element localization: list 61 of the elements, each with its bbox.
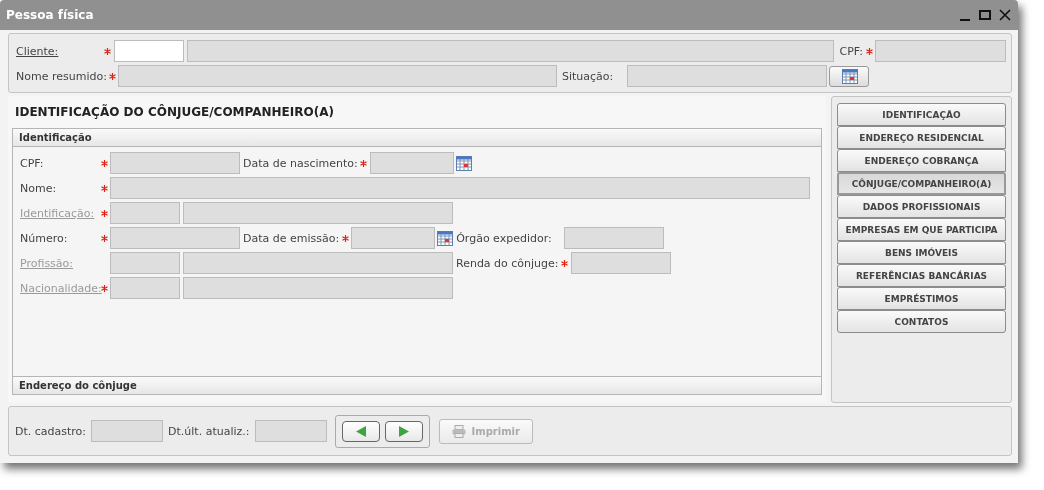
input-field[interactable]: [110, 152, 240, 174]
calendar-button[interactable]: [829, 65, 869, 87]
code-field[interactable]: [110, 252, 180, 274]
field-label: Dt. cadastro:: [15, 424, 87, 438]
field-label: Data de nascimento:: [243, 156, 358, 170]
panel-header[interactable]: Identificação: [12, 128, 822, 147]
field-label: Número:: [20, 231, 68, 245]
date-field[interactable]: [369, 152, 454, 174]
field-label: Data de emissão:: [243, 231, 340, 245]
minimize-icon: [960, 19, 970, 21]
section-tab[interactable]: ENDEREÇO COBRANÇA: [837, 149, 1006, 172]
section-tab[interactable]: DADOS PROFISSIONAIS: [837, 195, 1006, 218]
description-field[interactable]: [183, 202, 453, 224]
panel-header[interactable]: Endereço do cônjuge: [12, 376, 822, 395]
input-field[interactable]: [91, 420, 164, 442]
field-label: Nome:: [20, 181, 57, 195]
close-icon: [998, 8, 1012, 22]
calendar-icon[interactable]: [842, 68, 858, 84]
code-field[interactable]: [110, 277, 180, 299]
input-field[interactable]: [627, 65, 827, 87]
left-arrow-icon: [355, 425, 366, 437]
section-tab[interactable]: REFERÊNCIAS BANCÁRIAS: [837, 264, 1006, 287]
section-title: IDENTIFICAÇÃO DO CÔNJUGE/COMPANHEIRO(A): [14, 103, 335, 121]
field-label: Órgão expedidor:: [456, 231, 552, 245]
input-field[interactable]: [113, 40, 184, 62]
input-field[interactable]: [570, 252, 671, 274]
section-tab[interactable]: BENS IMÓVEIS: [837, 241, 1006, 264]
input-field[interactable]: [110, 177, 810, 199]
input-field[interactable]: [186, 40, 834, 62]
printer-icon: [451, 424, 466, 438]
field-label[interactable]: Cliente:: [16, 44, 59, 58]
input-field[interactable]: [110, 227, 240, 249]
field-label: Nome resumido:: [16, 69, 106, 83]
field-label: Dt.últ. atualiz.:: [168, 424, 250, 438]
calendar-icon[interactable]: [455, 155, 472, 171]
maximize-icon: [978, 8, 992, 22]
window-title: Pessoa física: [6, 8, 95, 22]
previous-button[interactable]: [341, 420, 380, 442]
section-tab[interactable]: EMPRÉSTIMOS: [837, 287, 1006, 310]
input-field[interactable]: [118, 65, 557, 87]
code-field[interactable]: [110, 202, 180, 224]
maximize-button[interactable]: [978, 8, 992, 22]
description-field[interactable]: [183, 252, 453, 274]
input-field[interactable]: [254, 420, 327, 442]
field-label: CPF:: [839, 44, 863, 58]
input-field[interactable]: [563, 227, 664, 249]
close-button[interactable]: [998, 8, 1012, 22]
section-tab[interactable]: EMPRESAS EM QUE PARTICIPA: [837, 218, 1006, 241]
section-tab[interactable]: ENDEREÇO RESIDENCIAL: [837, 126, 1006, 149]
description-field[interactable]: [183, 277, 453, 299]
field-label: Renda do cônjuge:: [456, 256, 559, 270]
right-arrow-icon: [398, 425, 409, 437]
field-label: Situação:: [562, 69, 615, 83]
next-button[interactable]: [384, 420, 423, 442]
section-tab[interactable]: CÔNJUGE/COMPANHEIRO(A): [837, 172, 1006, 195]
date-field[interactable]: [351, 227, 436, 249]
section-tab[interactable]: CONTATOS: [837, 310, 1006, 333]
field-label: CPF:: [20, 156, 44, 170]
input-field[interactable]: [875, 40, 1006, 62]
calendar-icon[interactable]: [437, 230, 454, 246]
section-tab[interactable]: IDENTIFICAÇÃO: [837, 103, 1006, 126]
